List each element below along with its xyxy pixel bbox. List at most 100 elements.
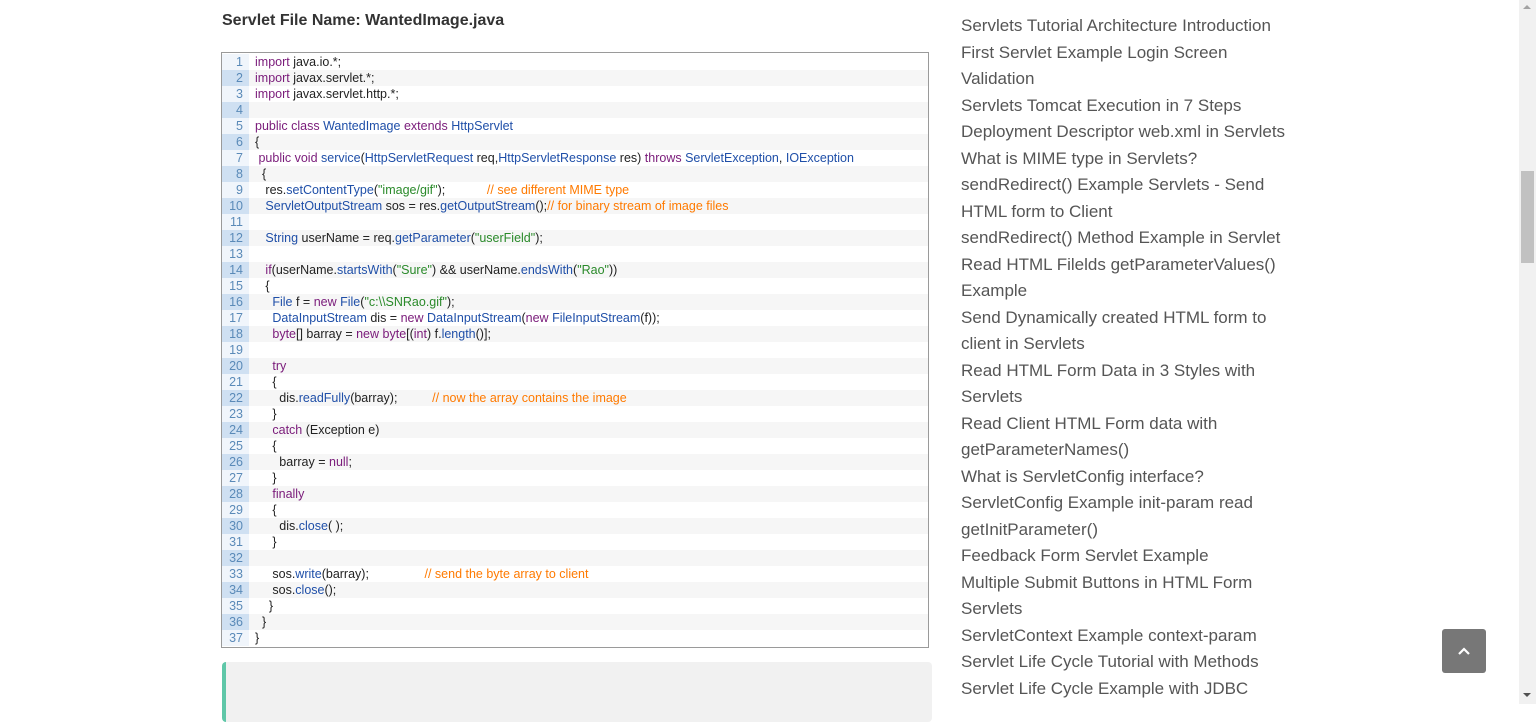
code-line: 1 import java.io.*; bbox=[222, 54, 928, 70]
code-line: 18 byte[] barray = new byte[(int) f.leng… bbox=[222, 326, 928, 342]
sidebar-link[interactable]: Send Dynamically created HTML form to cl… bbox=[961, 305, 1291, 358]
code-line: 11 bbox=[222, 214, 928, 230]
line-number: 14 bbox=[222, 262, 249, 278]
code-token: getParameter bbox=[395, 231, 471, 245]
sidebar-link[interactable]: Multiple Submit Buttons in HTML Form Ser… bbox=[961, 570, 1291, 623]
code-text: finally bbox=[249, 486, 928, 502]
code-token: ); bbox=[446, 295, 455, 309]
code-token: DataInputStream bbox=[255, 311, 371, 325]
sidebar-link[interactable]: Feedback Form Servlet Example bbox=[961, 543, 1291, 570]
code-text: } bbox=[249, 630, 928, 646]
back-to-top-button[interactable] bbox=[1442, 629, 1486, 673]
code-token: } bbox=[255, 535, 277, 549]
sidebar-link[interactable]: Read HTML Filelds getParameterValues() E… bbox=[961, 252, 1291, 305]
code-token: finally bbox=[255, 487, 305, 501]
code-token: sos. bbox=[255, 567, 296, 581]
sidebar-link[interactable]: Servlets Tomcat Execution in 7 Steps bbox=[961, 93, 1291, 120]
code-text: catch (Exception e) bbox=[249, 422, 928, 438]
code-token: ServletOutputStream bbox=[255, 199, 386, 213]
code-line: 33 sos.write(barray); // send the byte a… bbox=[222, 566, 928, 582]
code-text bbox=[249, 550, 928, 566]
line-number: 24 bbox=[222, 422, 249, 438]
code-text bbox=[249, 102, 928, 118]
code-text: } bbox=[249, 406, 928, 422]
sidebar-link[interactable]: What is MIME type in Servlets? bbox=[961, 146, 1291, 173]
sidebar-link[interactable]: Servlets Tutorial Architecture Introduct… bbox=[961, 13, 1291, 40]
code-token: f = bbox=[295, 295, 314, 309]
code-token: close bbox=[298, 519, 328, 533]
code-line: 12 String userName = req.getParameter("u… bbox=[222, 230, 928, 246]
line-number: 10 bbox=[222, 198, 249, 214]
code-token: new byte bbox=[356, 327, 407, 341]
code-text: { bbox=[249, 438, 928, 454]
sidebar-link[interactable]: Deployment Descriptor web.xml in Servlet… bbox=[961, 119, 1291, 146]
code-token: req, bbox=[476, 151, 499, 165]
code-line: 15 { bbox=[222, 278, 928, 294]
scroll-up-arrow-icon[interactable] bbox=[1523, 5, 1531, 9]
sidebar-link[interactable]: First Servlet Example Login Screen Valid… bbox=[961, 40, 1291, 93]
code-token: import bbox=[255, 71, 294, 85]
code-text: barray = null; bbox=[249, 454, 928, 470]
code-token: ServletException bbox=[685, 151, 779, 165]
code-text: try bbox=[249, 358, 928, 374]
code-token: // see different MIME type bbox=[486, 183, 630, 197]
line-number: 15 bbox=[222, 278, 249, 294]
code-token: DataInputStream bbox=[426, 311, 522, 325]
code-line: 6{ bbox=[222, 134, 928, 150]
code-token: { bbox=[255, 375, 277, 389]
code-token: sos = res. bbox=[385, 199, 441, 213]
sidebar-link[interactable]: ServletContext Example context-param bbox=[961, 623, 1291, 650]
code-token: // now the array contains the image bbox=[432, 391, 627, 405]
sidebar-link[interactable]: Read Client HTML Form data with getParam… bbox=[961, 411, 1291, 464]
code-token: int bbox=[413, 327, 427, 341]
code-line: 31 } bbox=[222, 534, 928, 550]
code-line: 13 bbox=[222, 246, 928, 262]
scrollbar[interactable] bbox=[1519, 0, 1536, 704]
sidebar-link[interactable]: Servlet Life Cycle Tutorial with Methods bbox=[961, 649, 1291, 676]
code-text: public void service(HttpServletRequest r… bbox=[249, 150, 928, 166]
code-token: File bbox=[340, 295, 361, 309]
code-token: new bbox=[525, 311, 553, 325]
code-line: 30 dis.close( ); bbox=[222, 518, 928, 534]
code-line: 7 public void service(HttpServletRequest… bbox=[222, 150, 928, 166]
line-number: 13 bbox=[222, 246, 249, 262]
line-number: 20 bbox=[222, 358, 249, 374]
code-token: { bbox=[255, 503, 277, 517]
code-text: if(userName.startsWith("Sure") && userNa… bbox=[249, 262, 928, 278]
code-text: import java.io.*; bbox=[249, 54, 928, 70]
code-line: 2 import javax.servlet.*; bbox=[222, 70, 928, 86]
sidebar-link[interactable]: sendRedirect() Method Example in Servlet bbox=[961, 225, 1291, 252]
code-token: new bbox=[400, 311, 427, 325]
line-number: 28 bbox=[222, 486, 249, 502]
sidebar-link[interactable]: sendRedirect() Example Servlets - Send H… bbox=[961, 172, 1291, 225]
code-line: 23 } bbox=[222, 406, 928, 422]
scroll-down-arrow-icon[interactable] bbox=[1523, 693, 1531, 697]
code-token: service bbox=[321, 151, 361, 165]
code-token: res. bbox=[255, 183, 287, 197]
code-text: { bbox=[249, 502, 928, 518]
code-token: ); bbox=[535, 231, 543, 245]
code-token: userName = req. bbox=[301, 231, 395, 245]
scrollbar-thumb[interactable] bbox=[1521, 171, 1534, 263]
code-text: public class WantedImage extends HttpSer… bbox=[249, 118, 928, 134]
code-token: , bbox=[778, 151, 786, 165]
sidebar-link[interactable]: What is ServletConfig interface? bbox=[961, 464, 1291, 491]
line-number: 8 bbox=[222, 166, 249, 182]
code-line: 32 bbox=[222, 550, 928, 566]
line-number: 32 bbox=[222, 550, 249, 566]
code-token: HttpServlet bbox=[451, 119, 514, 133]
sidebar-link[interactable]: ServletConfig Example init-param read ge… bbox=[961, 490, 1291, 543]
code-line: 9 res.setContentType("image/gif"); // se… bbox=[222, 182, 928, 198]
code-text: } bbox=[249, 614, 928, 630]
line-number: 6 bbox=[222, 134, 249, 150]
sidebar-link[interactable]: Servlet Life Cycle Example with JDBC bbox=[961, 676, 1291, 703]
code-token: } bbox=[255, 407, 277, 421]
code-token: sos. bbox=[255, 583, 296, 597]
sidebar-link[interactable]: Read HTML Form Data in 3 Styles with Ser… bbox=[961, 358, 1291, 411]
line-number: 27 bbox=[222, 470, 249, 486]
line-number: 16 bbox=[222, 294, 249, 310]
line-number: 19 bbox=[222, 342, 249, 358]
code-token: java.io.*; bbox=[293, 55, 342, 69]
code-line: 20 try bbox=[222, 358, 928, 374]
code-token: "image/gif" bbox=[378, 183, 438, 197]
